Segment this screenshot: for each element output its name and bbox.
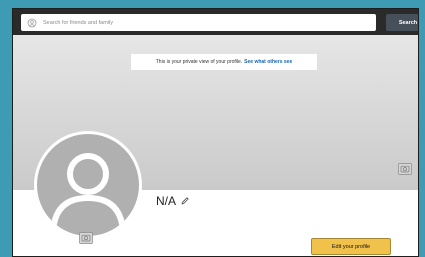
profile-name-text: N/A: [156, 194, 177, 208]
search-input[interactable]: [43, 19, 343, 26]
default-avatar-icon: [51, 153, 125, 227]
pencil-icon[interactable]: [180, 196, 190, 206]
avatar-camera-icon[interactable]: [79, 232, 93, 244]
search-box[interactable]: [21, 14, 376, 31]
profile-name: N/A: [156, 194, 190, 208]
profile-avatar[interactable]: [34, 131, 142, 239]
notice-text: This is your private view of your profil…: [155, 59, 243, 65]
camera-icon[interactable]: [398, 163, 412, 175]
search-button[interactable]: Search: [386, 14, 418, 31]
private-view-notice: This is your private view of your profil…: [131, 54, 317, 70]
edit-profile-button[interactable]: Edit your profile: [311, 238, 391, 255]
profile-window: Search This is your private view of your…: [12, 8, 419, 257]
search-icon: [27, 18, 37, 27]
top-bar: Search: [13, 9, 418, 35]
see-what-others-see-link[interactable]: See what others see: [244, 59, 292, 65]
